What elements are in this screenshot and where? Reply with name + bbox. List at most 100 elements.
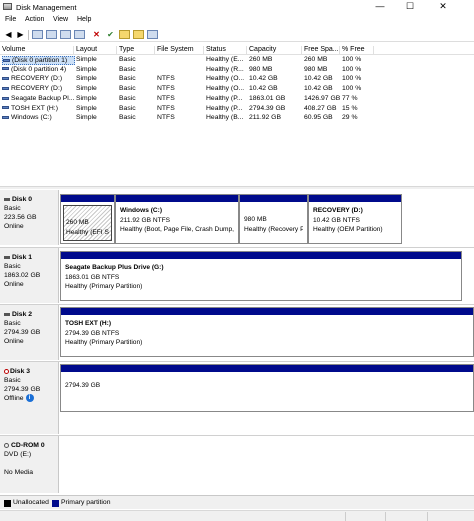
folder-icon[interactable] [133, 30, 144, 39]
cell-status: Healthy (E... [206, 56, 244, 63]
status-segment [427, 512, 474, 521]
disk-1-label[interactable]: Disk 1 Basic 1863.02 GB Online [0, 248, 59, 303]
volume-name: RECOVERY (D:) [11, 75, 63, 83]
volume-name: (Disk 0 partition 4) [11, 65, 67, 73]
column-percent-free[interactable]: % Free [340, 46, 374, 55]
disk-icon [4, 197, 10, 201]
volume-row[interactable]: (Disk 0 partition 4) Simple Basic Healthy (… [0, 66, 474, 76]
disk-0-label[interactable]: Disk 0 Basic 223.56 GB Online [0, 190, 59, 245]
volume-name: TOSH EXT (H:) [11, 104, 58, 112]
cell-status: Healthy (P... [206, 104, 243, 112]
cell-volume: RECOVERY (D:) [2, 85, 75, 92]
pane-splitter[interactable] [0, 186, 474, 189]
cell-file-system: NTFS [157, 104, 175, 112]
disk-status: No Media [4, 469, 34, 476]
disk-size: 2794.39 GB [4, 329, 41, 336]
cell-capacity: 2794.39 GB [249, 104, 286, 112]
partition-size: 211.92 GB NTFS [120, 216, 171, 224]
cell-capacity: 1863.01 GB [249, 94, 286, 102]
minimize-button[interactable]: — [367, 0, 393, 14]
column-free-space[interactable]: Free Spa... [302, 46, 340, 55]
console-tree-icon[interactable] [32, 30, 43, 39]
volume-icon [3, 58, 10, 62]
close-button[interactable]: ✕ [430, 0, 456, 14]
cell-volume: Seagate Backup Pl... [2, 95, 75, 102]
disk-type: Basic [4, 377, 21, 384]
cdrom-0-label[interactable]: CD-ROM 0 DVD (E:) No Media [0, 436, 59, 493]
volume-row[interactable]: RECOVERY (D:) Simple Basic NTFS Healthy (O..… [0, 75, 474, 85]
cell-layout: Simple [76, 85, 97, 93]
open-folder-icon[interactable] [119, 30, 130, 39]
volume-icon [2, 106, 9, 110]
partition-disk2-tosh[interactable]: TOSH EXT (H:) 2794.39 GB NTFS Healthy (P… [60, 307, 474, 357]
volume-row[interactable]: (Disk 0 partition 1) Simple Basic Healthy (… [0, 56, 474, 66]
menu-action[interactable]: Action [25, 16, 44, 23]
partition-disk0-recovery-d[interactable]: RECOVERY (D:) 10.42 GB NTFS Healthy (OEM… [308, 194, 402, 244]
volume-list-header: Volume Layout Type File System Status Ca… [0, 45, 474, 55]
volume-icon [2, 86, 9, 90]
cell-percent-free: 29 % [342, 114, 358, 122]
cell-free-space: 10.42 GB [304, 85, 333, 93]
volume-row[interactable]: Seagate Backup Pl... Simple Basic NTFS Healt… [0, 95, 474, 105]
cell-type: Basic [119, 65, 136, 73]
cell-capacity: 10.42 GB [249, 85, 278, 93]
menu-help[interactable]: Help [77, 16, 91, 23]
partition-disk0-efi[interactable]: 260 MB Healthy (EFI Sys [60, 194, 115, 244]
volume-row[interactable]: RECOVERY (D:) Simple Basic NTFS Healthy (O..… [0, 85, 474, 95]
offline-icon [4, 368, 9, 374]
partition-disk0-windows[interactable]: Windows (C:) 211.92 GB NTFS Healthy (Boo… [115, 194, 239, 244]
disk-2-label[interactable]: Disk 2 Basic 2794.39 GB Online [0, 305, 59, 360]
export-list-icon[interactable] [74, 30, 85, 39]
column-capacity[interactable]: Capacity [247, 46, 302, 55]
forward-arrow-icon[interactable]: ▶ [15, 30, 26, 39]
maximize-button[interactable]: ☐ [397, 0, 423, 14]
volume-row[interactable]: TOSH EXT (H:) Simple Basic NTFS Healthy (P..… [0, 105, 474, 115]
partition-status: Healthy (OEM Partition) [313, 226, 383, 233]
cell-status: Healthy (O... [206, 85, 245, 93]
volume-icon [2, 77, 9, 81]
partition-size: 10.42 GB NTFS [313, 216, 360, 224]
partition-title: Windows (C:) [120, 207, 163, 214]
cell-type: Basic [119, 94, 136, 102]
cell-status: Healthy (R... [206, 65, 244, 73]
properties-icon[interactable] [60, 30, 71, 39]
column-type[interactable]: Type [117, 46, 155, 55]
partition-title: Seagate Backup Plus Drive (G:) [65, 264, 164, 271]
column-volume[interactable]: Volume [0, 46, 74, 55]
info-icon[interactable]: i [25, 394, 34, 403]
cell-free-space: 980 MB [304, 65, 328, 73]
disk-icon [4, 312, 10, 316]
partition-disk1-seagate[interactable]: Seagate Backup Plus Drive (G:) 1863.01 G… [60, 251, 462, 301]
legend-primary-partition: Primary partition [61, 499, 111, 506]
partition-status: Healthy (Primary Partition) [65, 339, 143, 346]
disk-map: Disk 0 Basic 223.56 GB Online 260 MB Hea… [0, 190, 474, 493]
status-segment [385, 512, 427, 521]
cell-capacity: 211.92 GB [249, 114, 281, 122]
view-icon[interactable] [147, 30, 158, 39]
column-status[interactable]: Status [204, 46, 247, 55]
disk-3-label[interactable]: Disk 3 Basic 2794.39 GB Offline i [0, 362, 59, 434]
back-arrow-icon[interactable]: ◀ [3, 30, 14, 39]
legend: Unallocated Primary partition [0, 495, 474, 509]
partition-status: Healthy (Primary Partition) [65, 283, 143, 290]
cell-free-space: 10.42 GB [304, 75, 333, 83]
partition-disk3-unknown[interactable]: 2794.39 GB [60, 364, 474, 412]
column-layout[interactable]: Layout [74, 46, 117, 55]
help-topics-icon[interactable] [46, 30, 57, 39]
delete-icon[interactable]: ✕ [91, 30, 102, 39]
partition-size: 1863.01 GB NTFS [65, 273, 120, 281]
volume-icon [2, 67, 9, 71]
check-icon[interactable]: ✔ [105, 30, 116, 39]
column-file-system[interactable]: File System [155, 46, 204, 55]
menu-file[interactable]: File [5, 16, 16, 23]
partition-size: 980 MB [244, 216, 267, 223]
volume-row[interactable]: Windows (C:) Simple Basic NTFS Healthy (B...… [0, 114, 474, 124]
cell-free-space: 260 MB [304, 56, 328, 63]
partition-disk0-recovery[interactable]: 980 MB Healthy (Recovery P [239, 194, 308, 244]
partition-size: 260 MB [66, 219, 89, 226]
cell-percent-free: 100 % [342, 85, 362, 93]
cell-layout: Simple [76, 104, 97, 112]
menu-view[interactable]: View [53, 16, 68, 23]
window-title: Disk Management [16, 3, 77, 12]
cell-capacity: 10.42 GB [249, 75, 278, 83]
